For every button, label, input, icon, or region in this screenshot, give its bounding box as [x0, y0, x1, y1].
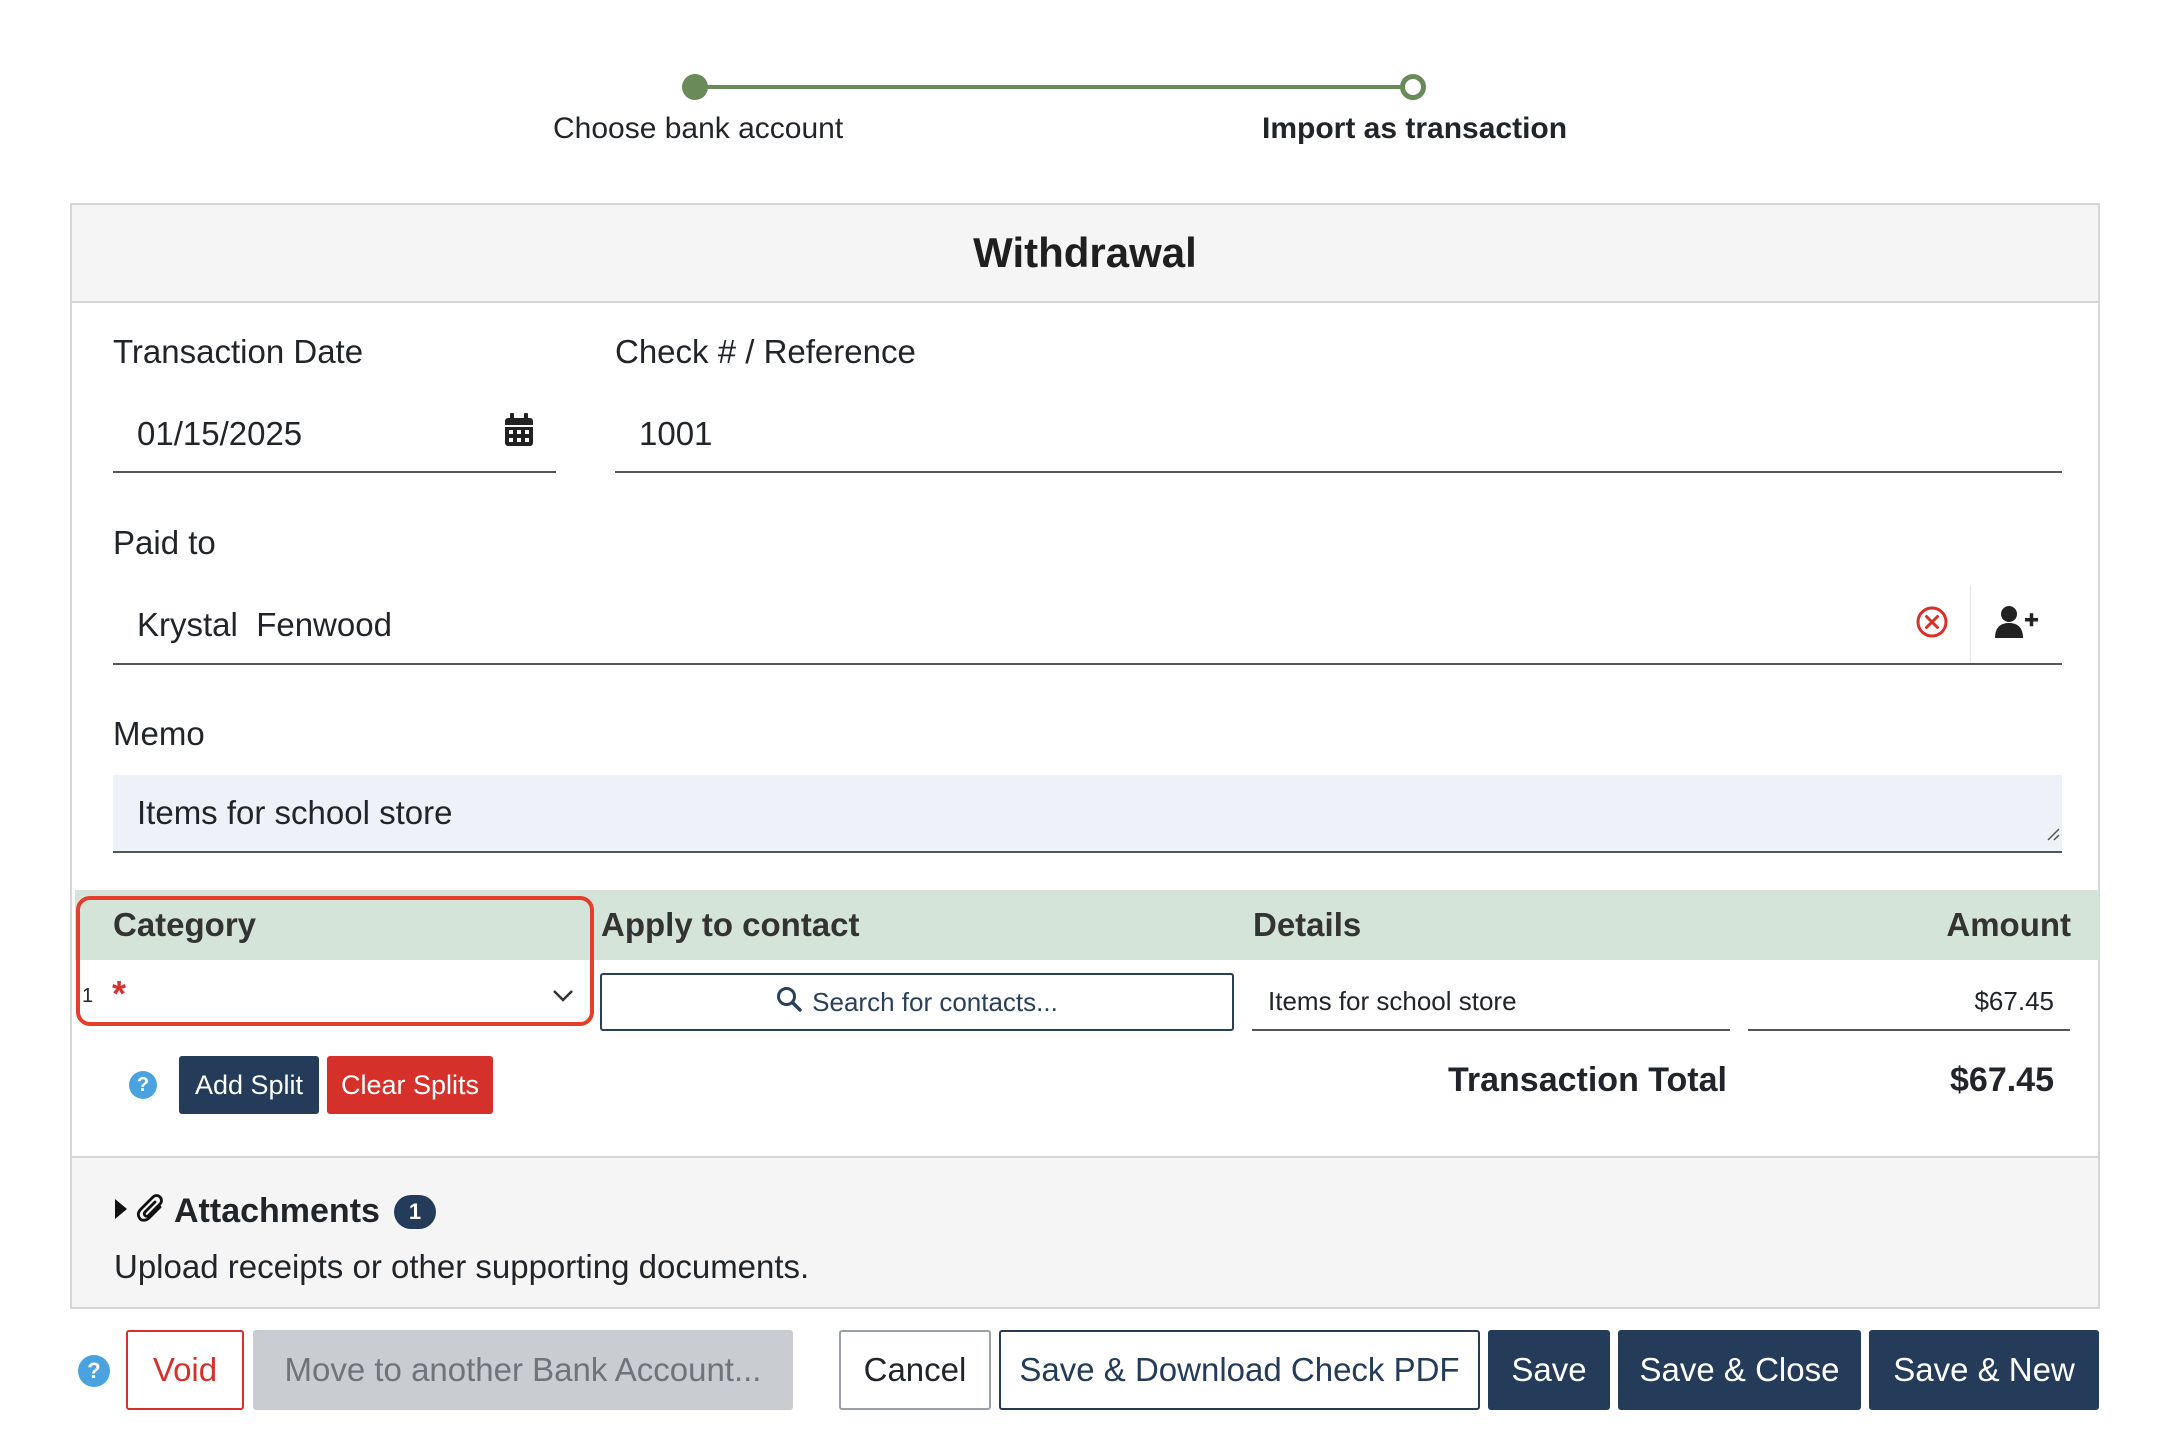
contact-search-label: Search for contacts... — [812, 986, 1058, 1017]
transaction-date-value: 01/15/2025 — [137, 415, 303, 452]
category-highlight-box — [76, 896, 594, 1026]
clear-splits-button[interactable]: Clear Splits — [327, 1056, 493, 1114]
step-1-label: Choose bank account — [553, 112, 844, 145]
split-amount-value: $67.45 — [1974, 985, 2054, 1016]
contact-search-button[interactable]: Search for contacts... — [600, 973, 1234, 1031]
void-button[interactable]: Void — [126, 1330, 244, 1410]
move-account-button[interactable]: Move to another Bank Account... — [253, 1330, 793, 1410]
reference-label: Check # / Reference — [615, 333, 916, 370]
help-icon[interactable]: ? — [129, 1071, 157, 1099]
contact-column-header: Apply to contact — [601, 906, 860, 943]
attachments-section: Attachments 1 Upload receipts or other s… — [72, 1156, 2098, 1307]
attachments-count-badge: 1 — [393, 1194, 436, 1229]
reference-input[interactable]: 1001 — [615, 397, 2062, 473]
split-details-input[interactable]: Items for school store — [1252, 973, 1730, 1031]
clear-circle-icon[interactable] — [1915, 605, 1949, 644]
reference-value: 1001 — [639, 415, 713, 452]
save-download-pdf-button[interactable]: Save & Download Check PDF — [999, 1330, 1480, 1410]
paid-to-label: Paid to — [113, 524, 216, 561]
progress-stepper: Choose bank account Import as transactio… — [0, 0, 2162, 160]
cancel-button[interactable]: Cancel — [839, 1330, 991, 1410]
search-icon — [776, 986, 802, 1019]
memo-label: Memo — [113, 715, 205, 752]
step-2-dot — [1400, 74, 1426, 100]
footer-help-icon[interactable]: ? — [78, 1355, 110, 1387]
amount-column-header: Amount — [1946, 906, 2071, 943]
stepper-connector — [703, 85, 1405, 89]
paperclip-icon — [136, 1193, 166, 1230]
attachments-toggle[interactable]: Attachments 1 — [114, 1192, 436, 1231]
add-contact-button[interactable] — [1970, 585, 2062, 663]
card-header: Withdrawal — [72, 205, 2098, 303]
add-split-button[interactable]: Add Split — [179, 1056, 319, 1114]
memo-textarea[interactable]: Items for school store — [113, 775, 2062, 853]
card-title: Withdrawal — [973, 229, 1197, 276]
save-new-button[interactable]: Save & New — [1869, 1330, 2099, 1410]
transaction-date-input[interactable]: 01/15/2025 — [113, 397, 556, 473]
save-button[interactable]: Save — [1488, 1330, 1610, 1410]
step-2-label: Import as transaction — [1262, 112, 1568, 145]
attachments-description: Upload receipts or other supporting docu… — [114, 1248, 810, 1285]
transaction-date-label: Transaction Date — [113, 333, 364, 370]
split-details-value: Items for school store — [1268, 985, 1517, 1016]
save-close-button[interactable]: Save & Close — [1618, 1330, 1861, 1410]
add-person-icon — [1994, 605, 2039, 644]
paid-to-input[interactable]: Krystal Fenwood — [113, 587, 2062, 665]
split-amount-input[interactable]: $67.45 — [1748, 973, 2070, 1031]
transaction-card: Withdrawal Transaction Date 01/15/2025 C… — [70, 203, 2100, 1309]
transaction-total-value: $67.45 — [1950, 1061, 2054, 1099]
attachments-title: Attachments — [174, 1192, 380, 1230]
resize-grip-icon[interactable] — [2044, 811, 2060, 849]
step-1-dot — [682, 74, 708, 100]
memo-value: Items for school store — [137, 794, 453, 831]
details-column-header: Details — [1253, 906, 1362, 943]
caret-right-icon — [114, 1198, 128, 1225]
calendar-icon[interactable] — [504, 413, 534, 455]
paid-to-value: Krystal Fenwood — [137, 606, 392, 643]
transaction-total-label: Transaction Total — [1448, 1061, 1727, 1099]
